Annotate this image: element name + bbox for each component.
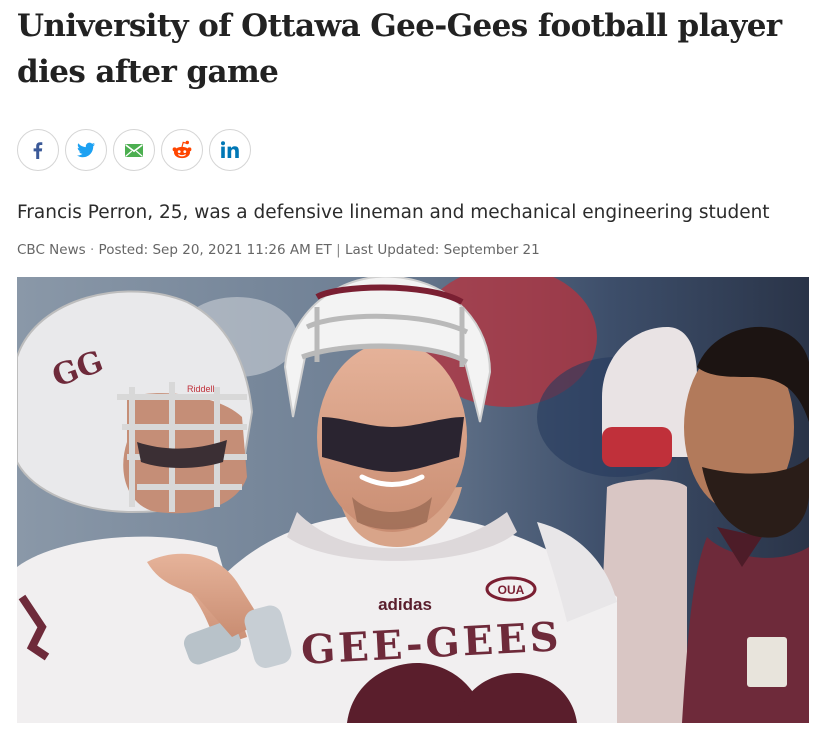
jersey-brand: adidas [378,595,432,614]
byline-bar-separator: | [331,242,345,258]
share-bar [17,129,809,171]
byline-dot-separator: · [85,242,99,258]
article-deck: Francis Perron, 25, was a defensive line… [17,202,770,223]
linkedin-icon [218,138,242,162]
byline-source: CBC News [17,242,86,258]
facebook-icon [27,139,49,161]
share-email-button[interactable] [113,129,155,171]
article-byline: CBC News · Posted: Sep 20, 2021 11:26 AM… [17,242,809,258]
share-twitter-button[interactable] [65,129,107,171]
reddit-icon [170,138,194,162]
article-photo[interactable]: adidas OUA GEE-GEES GG Riddell [17,277,809,723]
helmet-sticker: Riddell [187,384,215,394]
byline-posted: Posted: Sep 20, 2021 11:26 AM ET [98,242,332,258]
jersey-patch: OUA [498,583,525,597]
article-headline: University of Ottawa Gee-Gees football p… [17,8,782,90]
share-linkedin-button[interactable] [209,129,251,171]
email-icon [122,138,146,162]
byline-updated: Last Updated: September 21 [344,242,540,258]
twitter-icon [74,138,98,162]
share-reddit-button[interactable] [161,129,203,171]
article: University of Ottawa Gee-Gees football p… [17,0,809,258]
share-facebook-button[interactable] [17,129,59,171]
